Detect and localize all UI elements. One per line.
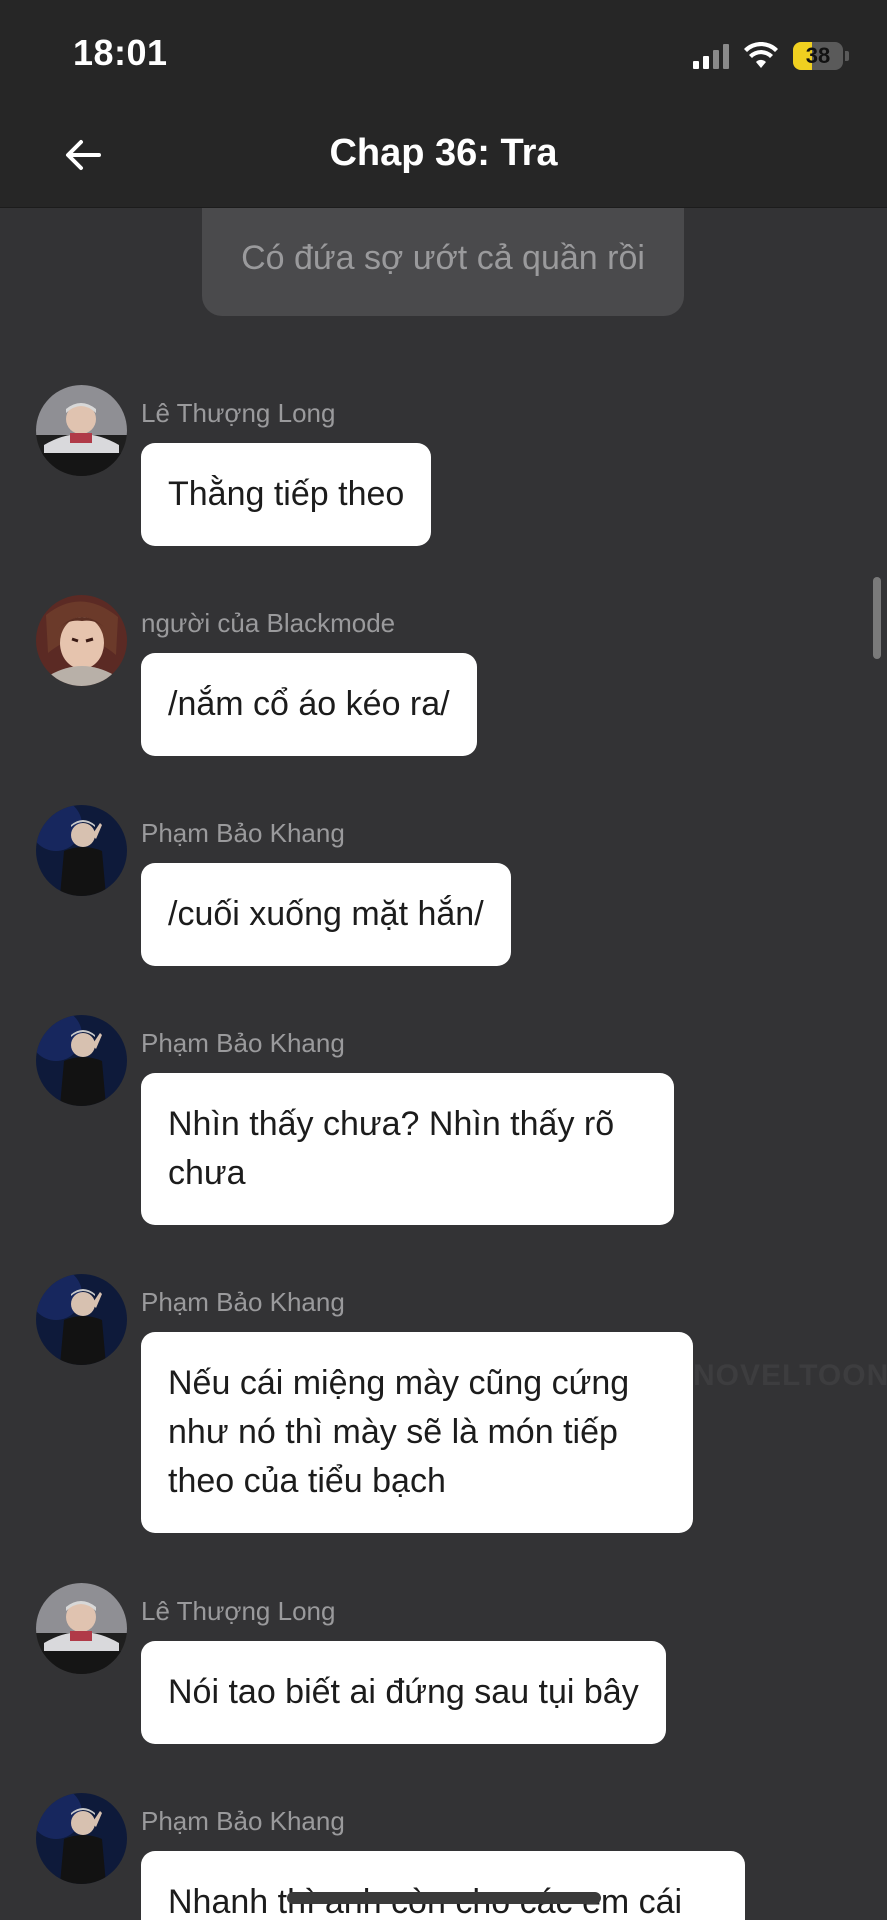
status-time: 18:01 (73, 32, 168, 73)
battery-icon: 38 (793, 42, 843, 70)
sender-name: Phạm Bảo Khang (141, 1287, 345, 1317)
avatar[interactable] (36, 1015, 127, 1106)
message-bubble: Nhìn thấy chưa? Nhìn thấy rõ chưa (141, 1073, 674, 1225)
chat-scroll-area[interactable]: Có đứa sợ ướt cả quần rồi Lê Thượng Long… (0, 207, 887, 1920)
message-bubble: Thằng tiếp theo (141, 443, 432, 546)
page-title: Chap 36: Tra (329, 132, 558, 174)
sender-name: Lê Thượng Long (141, 398, 336, 428)
sender-name: Phạm Bảo Khang (141, 818, 345, 848)
sender-name: Phạm Bảo Khang (141, 1806, 345, 1836)
avatar[interactable] (36, 595, 127, 686)
battery-percent: 38 (805, 43, 831, 68)
chat-screen: 18:01 38 Chap 36: Tra Có đứa sợ ướt cả q… (0, 0, 887, 1920)
sender-name: người của Blackmode (141, 608, 396, 638)
message-bubble: /nắm cổ áo kéo ra/ (141, 653, 477, 756)
message-bubble: Nếu cái miệng mày cũng cứng như nó thì m… (141, 1332, 693, 1533)
narration-bubble: Có đứa sợ ướt cả quần rồi (202, 207, 684, 316)
avatar[interactable] (36, 1583, 127, 1674)
avatar[interactable] (36, 805, 127, 896)
watermark-logo: NOVELTOON (693, 1359, 887, 1392)
sender-name: Phạm Bảo Khang (141, 1028, 345, 1058)
cellular-signal-icon (693, 43, 729, 69)
message-bubble: /cuối xuống mặt hắn/ (141, 863, 511, 966)
wifi-icon (744, 42, 778, 68)
avatar[interactable] (36, 385, 127, 476)
home-indicator[interactable] (287, 1892, 601, 1904)
sender-name: Lê Thượng Long (141, 1596, 336, 1626)
message-bubble: Nói tao biết ai đứng sau tụi bây (141, 1641, 666, 1744)
scrollbar[interactable] (873, 577, 881, 659)
status-icons: 38 (693, 38, 849, 74)
top-bar: 18:01 38 Chap 36: Tra (0, 0, 887, 208)
message-bubble: Nhanh thì anh còn cho các em cái (141, 1851, 745, 1920)
avatar[interactable] (36, 1274, 127, 1365)
avatar[interactable] (36, 1793, 127, 1884)
